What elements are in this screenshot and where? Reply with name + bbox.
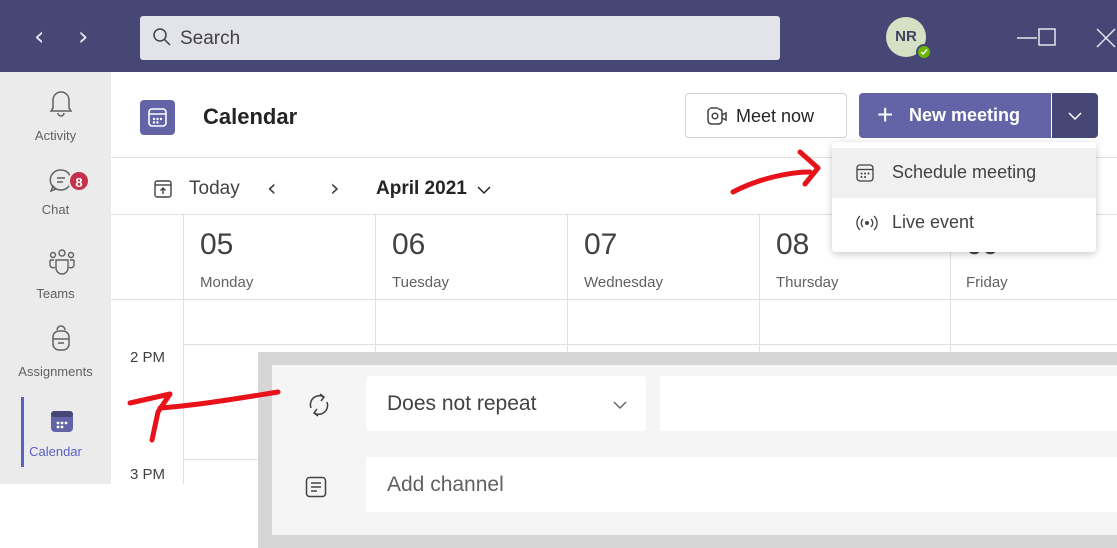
arrow-to-calendar [127, 389, 281, 443]
arrow-to-new-meeting [730, 149, 821, 195]
annotation-arrows [127, 149, 821, 443]
